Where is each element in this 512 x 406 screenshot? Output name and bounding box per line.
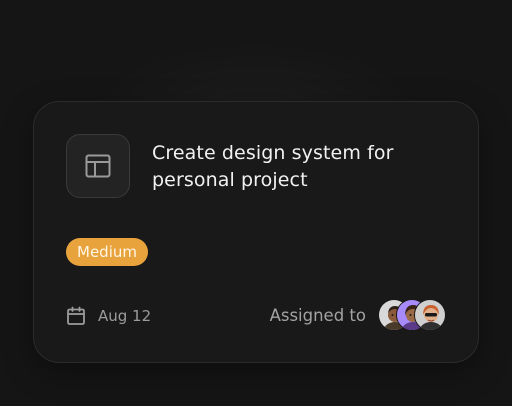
task-icon-box [66, 134, 130, 198]
layout-icon [85, 154, 111, 178]
assignees: Assigned to [270, 298, 446, 332]
assigned-label: Assigned to [269, 305, 366, 325]
due-date: Aug 12 [66, 304, 151, 328]
priority-badge: Medium [66, 238, 148, 266]
assignee-avatar-3[interactable] [414, 299, 446, 331]
task-title: Create design system for personal projec… [152, 142, 394, 191]
avatar-group[interactable] [378, 299, 446, 331]
calendar-icon [67, 306, 85, 325]
task-card[interactable]: Create design system for personal projec… [33, 101, 479, 363]
due-date-text: Aug 12 [98, 307, 152, 325]
